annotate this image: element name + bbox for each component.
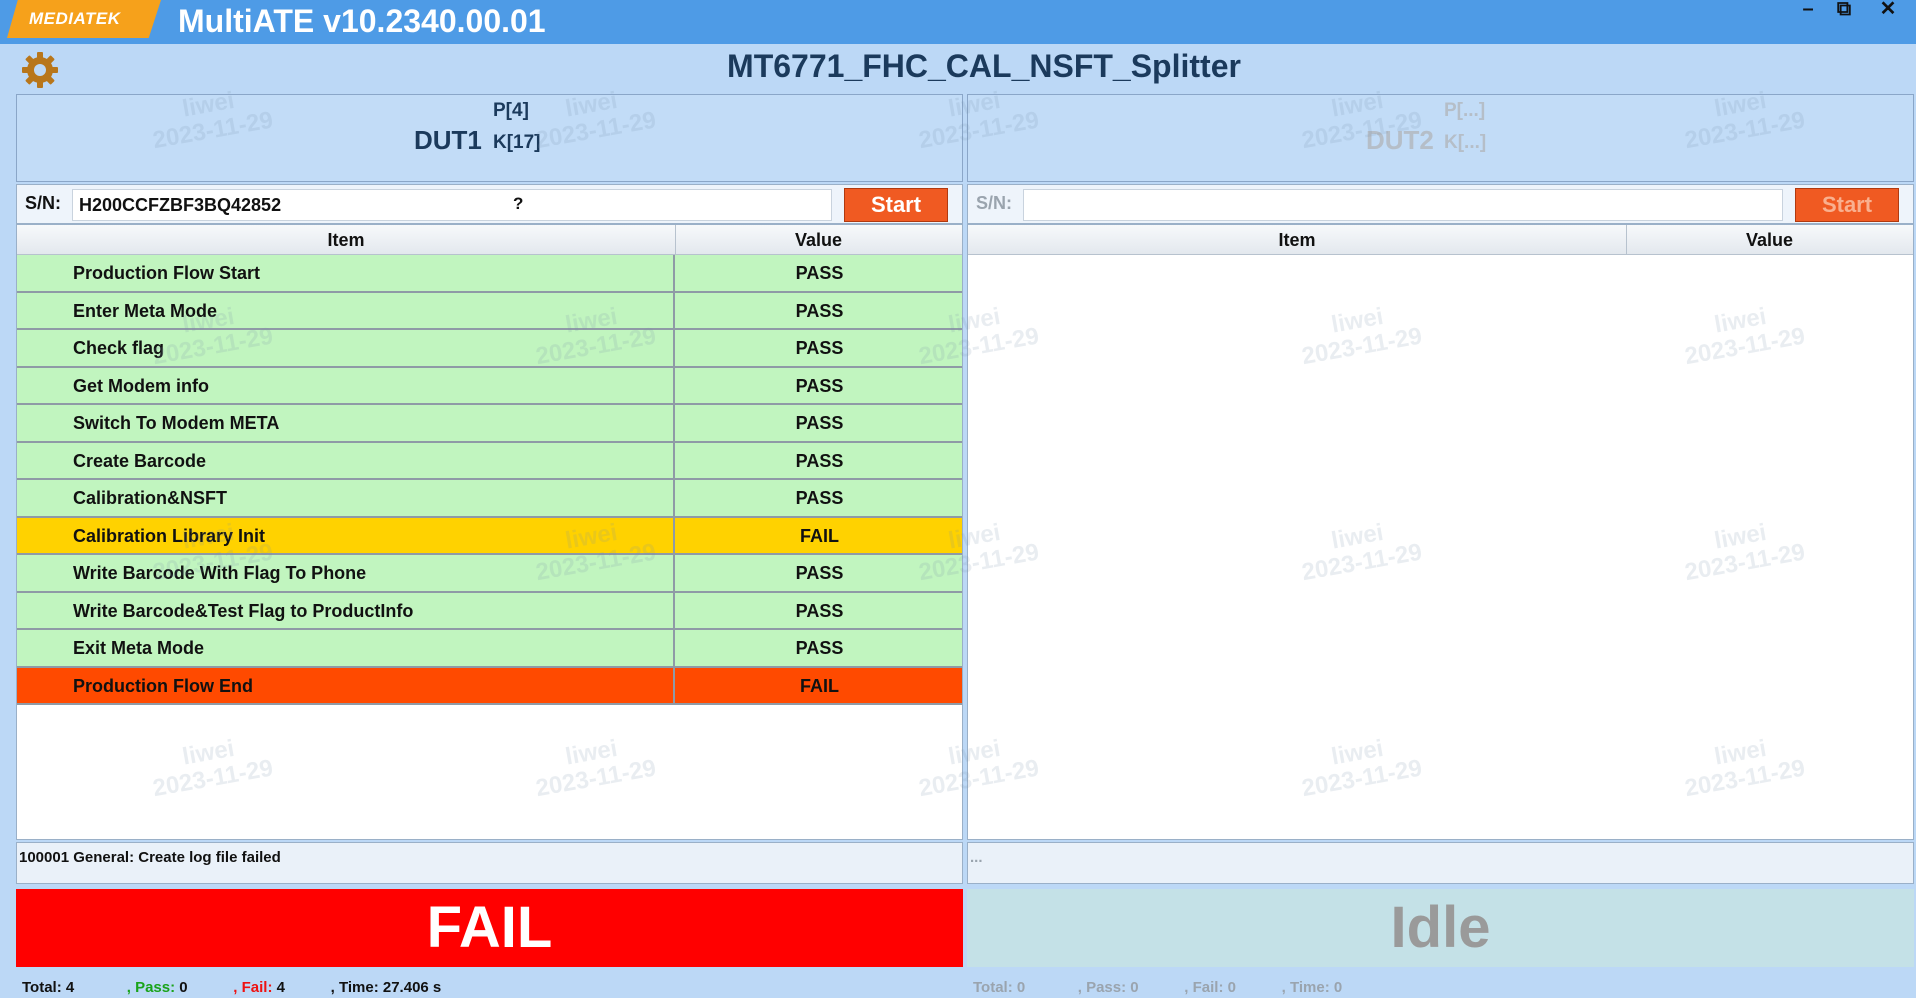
time-value: 27.406 s bbox=[382, 979, 442, 996]
dut2-start-button[interactable]: Start bbox=[1795, 188, 1899, 222]
row-value: PASS bbox=[795, 563, 844, 583]
dut1-sn-row: S/N: ? Start bbox=[16, 184, 963, 224]
col-item-header[interactable]: Item bbox=[17, 230, 675, 251]
row-value: PASS bbox=[795, 638, 844, 658]
table-row[interactable]: Production Flow End FAIL bbox=[17, 667, 962, 705]
row-value: PASS bbox=[795, 375, 844, 396]
row-item: Production Flow Start bbox=[73, 263, 260, 283]
dut2-stats: Total: 0 , Pass: 0, Fail: 0, Time: 0 bbox=[973, 979, 1342, 996]
col-value-header[interactable]: Value bbox=[675, 230, 962, 251]
total-label: Total: bbox=[22, 979, 62, 996]
dut1-panel: DUT1 P[4] K[17] S/N: ? Start Item Value … bbox=[16, 94, 963, 998]
maximize-button[interactable]: ⧉ bbox=[1826, 0, 1862, 20]
pass-count: 0 bbox=[179, 979, 188, 996]
row-item: Production Flow End bbox=[73, 675, 253, 696]
dut1-result-banner: FAIL bbox=[16, 889, 963, 967]
dut1-k-count: K[17] bbox=[493, 132, 541, 153]
row-item: Calibration Library Init bbox=[73, 525, 266, 546]
row-item: Write Barcode&Test Flag to ProductInfo bbox=[73, 600, 414, 621]
total-label: Total: bbox=[973, 979, 1013, 996]
dut2-result-banner: Idle bbox=[967, 889, 1914, 967]
row-value: PASS bbox=[795, 450, 844, 471]
pass-label: , Pass: bbox=[1077, 979, 1127, 996]
row-value: PASS bbox=[795, 338, 844, 358]
row-item: Switch To Modem META bbox=[73, 413, 280, 433]
dut2-name: DUT2 bbox=[1366, 125, 1434, 155]
row-value: PASS bbox=[795, 413, 844, 433]
table-row[interactable]: Get Modem info PASS bbox=[17, 367, 962, 405]
table-row[interactable]: Write Barcode With Flag To Phone PASS bbox=[17, 555, 962, 593]
table-header: Item Value bbox=[17, 225, 962, 255]
row-value: PASS bbox=[795, 600, 844, 621]
mediatek-logo: MEDIATEK bbox=[7, 0, 161, 38]
row-item: Exit Meta Mode bbox=[73, 638, 205, 658]
row-item: Check flag bbox=[73, 338, 165, 358]
dut2-message: ... bbox=[967, 842, 1914, 884]
time-label: , Time: bbox=[330, 979, 379, 996]
total-count: 4 bbox=[65, 979, 75, 996]
table-row[interactable]: Calibration&NSFT PASS bbox=[17, 480, 962, 518]
dut2-p-count: P[...] bbox=[1444, 100, 1486, 121]
row-value: FAIL bbox=[800, 675, 839, 696]
pass-label: , Pass: bbox=[126, 979, 176, 996]
table-row[interactable]: Check flag PASS bbox=[17, 330, 962, 368]
dut1-start-button[interactable]: Start bbox=[844, 188, 948, 222]
dut2-panel: DUT2 P[...] K[...] S/N: Start Item Value… bbox=[967, 94, 1914, 998]
row-item: Enter Meta Mode bbox=[73, 300, 218, 321]
row-value: PASS bbox=[795, 263, 844, 283]
row-item: Calibration&NSFT bbox=[73, 488, 228, 508]
row-item: Get Modem info bbox=[73, 375, 209, 396]
table-row[interactable]: Exit Meta Mode PASS bbox=[17, 630, 962, 668]
fail-count: 0 bbox=[1227, 979, 1236, 996]
col-value-header[interactable]: Value bbox=[1626, 230, 1913, 251]
fail-count: 4 bbox=[276, 979, 285, 996]
dut1-p-count: P[4] bbox=[493, 100, 529, 121]
title-bar: MEDIATEK MultiATE v10.2340.00.01 – ⧉ ✕ bbox=[0, 0, 1916, 44]
row-value: PASS bbox=[795, 300, 844, 321]
dut1-header: DUT1 P[4] K[17] bbox=[16, 94, 963, 182]
dut2-sn-input[interactable] bbox=[1023, 189, 1783, 221]
page-title: MT6771_FHC_CAL_NSFT_Splitter bbox=[727, 48, 1241, 84]
table-row[interactable]: Switch To Modem META PASS bbox=[17, 405, 962, 443]
close-button[interactable]: ✕ bbox=[1870, 0, 1906, 20]
dut2-results-table: Item Value bbox=[967, 224, 1914, 840]
table-row[interactable]: Calibration Library Init FAIL bbox=[17, 517, 962, 555]
dut2-sn-label: S/N: bbox=[976, 193, 1012, 213]
dut2-header: DUT2 P[...] K[...] bbox=[967, 94, 1914, 182]
logo-text: MEDIATEK bbox=[29, 9, 121, 28]
total-count: 0 bbox=[1016, 979, 1026, 996]
fail-label: , Fail: bbox=[233, 979, 273, 996]
pass-count: 0 bbox=[1130, 979, 1139, 996]
row-item: Write Barcode With Flag To Phone bbox=[73, 563, 367, 583]
time-label: , Time: bbox=[1281, 979, 1330, 996]
dut2-k-count: K[...] bbox=[1444, 132, 1487, 153]
app-title: MultiATE v10.2340.00.01 bbox=[178, 3, 546, 39]
dut2-sn-row: S/N: Start bbox=[967, 184, 1914, 224]
table-row[interactable]: Create Barcode PASS bbox=[17, 442, 962, 480]
row-value: FAIL bbox=[800, 525, 839, 546]
row-value: PASS bbox=[795, 488, 844, 508]
dut1-sn-label: S/N: bbox=[25, 193, 61, 213]
table-row[interactable]: Write Barcode&Test Flag to ProductInfo PA… bbox=[17, 592, 962, 630]
fail-label: , Fail: bbox=[1184, 979, 1224, 996]
time-value: 0 bbox=[1333, 979, 1343, 996]
dut1-sn-input[interactable] bbox=[72, 189, 832, 221]
dut1-message: 100001 General: Create log file failed bbox=[16, 842, 963, 884]
dut1-name: DUT1 bbox=[414, 125, 482, 155]
table-row[interactable]: Production Flow Start PASS bbox=[17, 255, 962, 293]
table-header: Item Value bbox=[968, 225, 1913, 255]
col-item-header[interactable]: Item bbox=[968, 230, 1626, 251]
table-row[interactable]: Enter Meta Mode PASS bbox=[17, 292, 962, 330]
dut1-sn-extra: ? bbox=[513, 194, 524, 213]
dut1-stats: Total: 4 , Pass: 0 , Fail: 4 , Time: 27.40… bbox=[22, 979, 441, 996]
dut1-results-table: Item Value Production Flow Start PASS Ent… bbox=[16, 224, 963, 840]
minimize-button[interactable]: – bbox=[1790, 0, 1826, 20]
row-item: Create Barcode bbox=[73, 450, 207, 471]
